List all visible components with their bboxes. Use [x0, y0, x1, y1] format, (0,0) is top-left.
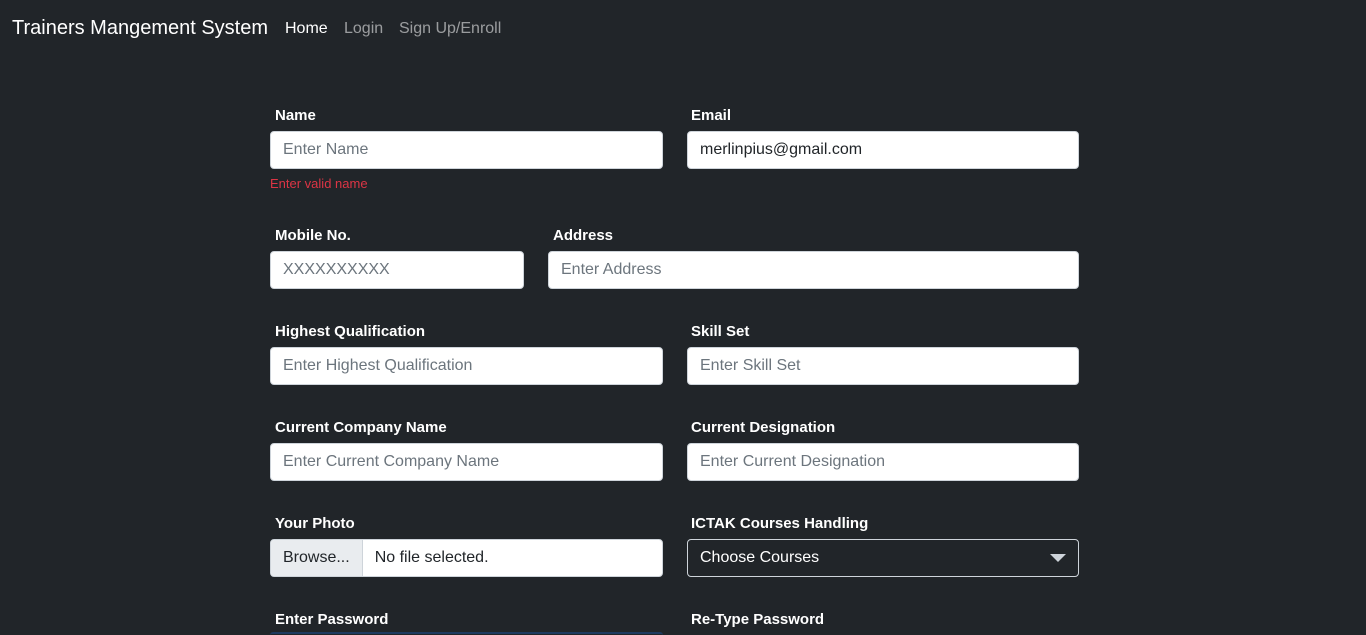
courses-select[interactable]: Choose Courses	[687, 539, 1079, 577]
qualification-input[interactable]	[270, 347, 663, 385]
email-label: Email	[691, 107, 732, 124]
qualification-label: Highest Qualification	[275, 323, 426, 340]
mobile-label: Mobile No.	[275, 227, 351, 244]
password-label: Enter Password	[275, 611, 389, 628]
name-label: Name	[275, 107, 316, 124]
nav-link-login[interactable]: Login	[344, 20, 383, 38]
company-input[interactable]	[270, 443, 663, 481]
nav-link-home[interactable]: Home	[285, 20, 328, 38]
chevron-down-icon	[1050, 554, 1066, 562]
address-input[interactable]	[548, 251, 1079, 289]
brand-title[interactable]: Trainers Mangement System	[12, 17, 268, 40]
retype-password-label: Re-Type Password	[691, 611, 825, 628]
file-status-text: No file selected.	[374, 549, 489, 566]
photo-label: Your Photo	[275, 515, 355, 532]
mobile-input[interactable]	[270, 251, 524, 289]
browse-button[interactable]: Browse...	[271, 540, 363, 576]
navbar: Trainers Mangement System Home Login Sig…	[0, 0, 1366, 60]
nav-link-signup[interactable]: Sign Up/Enroll	[399, 20, 501, 38]
name-input[interactable]	[270, 131, 663, 169]
designation-input[interactable]	[687, 443, 1079, 481]
skills-label: Skill Set	[691, 323, 750, 340]
photo-file-input[interactable]: Browse... No file selected.	[270, 539, 663, 577]
skills-input[interactable]	[687, 347, 1079, 385]
address-label: Address	[553, 227, 614, 244]
courses-selected-value: Choose Courses	[700, 549, 820, 566]
email-input[interactable]	[687, 131, 1079, 169]
company-label: Current Company Name	[275, 419, 447, 436]
designation-label: Current Designation	[691, 419, 836, 436]
courses-label: ICTAK Courses Handling	[691, 515, 869, 532]
name-error: Enter valid name	[270, 176, 368, 191]
